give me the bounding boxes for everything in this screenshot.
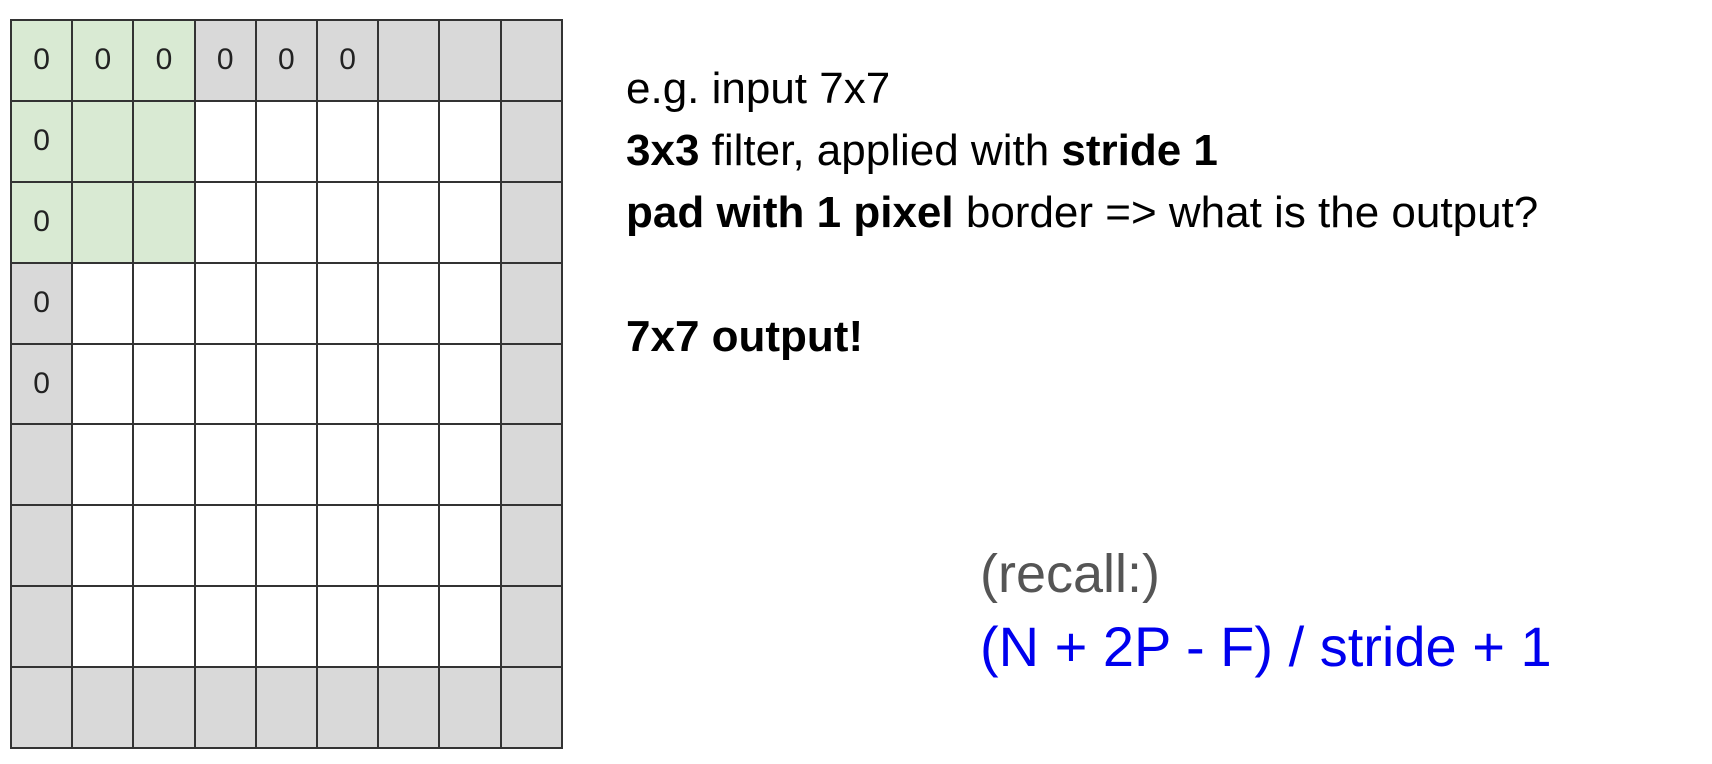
recall-label: (recall:): [980, 544, 1161, 604]
padding-cell: [501, 587, 563, 669]
input-cell: [440, 344, 502, 426]
input-cell: [317, 587, 380, 669]
filter-stride-line: 3x3 filter, applied with stride 1: [626, 120, 1538, 182]
input-cell: [317, 101, 380, 183]
padding-cell: [501, 506, 563, 588]
filter-zero-cell: 0: [134, 21, 196, 102]
filter-size: 3x3: [626, 126, 700, 175]
input-cell: [195, 263, 257, 345]
padding-zero-cell: 0: [317, 21, 380, 102]
padding-cell: [134, 668, 196, 750]
padding-cell: [12, 425, 74, 507]
padding-cell: [12, 506, 74, 588]
input-cell: [73, 587, 135, 669]
padding-amount: pad with 1 pixel: [626, 188, 954, 237]
padding-cell: [195, 668, 257, 750]
padding-cell: [501, 182, 563, 264]
input-cell: [195, 425, 257, 507]
input-cell: [379, 263, 441, 345]
padding-question: border => what is the output?: [953, 188, 1539, 237]
filter-zero-cell: 0: [73, 21, 135, 102]
input-cell: [195, 587, 257, 669]
input-cell: [256, 182, 318, 264]
padding-cell: [256, 668, 318, 750]
padding-zero-cell: 0: [12, 344, 74, 426]
padding-cell: [317, 668, 380, 750]
padding-cell: [12, 668, 74, 750]
stride-value: stride 1: [1061, 126, 1218, 175]
input-cell: [379, 425, 441, 507]
padding-zero-cell: 0: [256, 21, 318, 102]
input-cell: [195, 101, 257, 183]
padding-cell: [12, 587, 74, 669]
input-cell: [134, 587, 196, 669]
input-cell: [256, 506, 318, 588]
padding-cell: [501, 21, 563, 102]
input-cell: [134, 425, 196, 507]
input-cell: [379, 182, 441, 264]
padding-zero-cell: 0: [12, 263, 74, 345]
filter-cell: [134, 182, 196, 264]
explanation-text: e.g. input 7x7 3x3 filter, applied with …: [626, 58, 1538, 368]
padding-cell: [501, 101, 563, 183]
padding-cell: [73, 668, 135, 750]
input-cell: [440, 263, 502, 345]
input-cell: [440, 101, 502, 183]
filter-zero-cell: 0: [12, 21, 74, 102]
output-answer: 7x7 output!: [626, 312, 864, 361]
filter-cell: [134, 101, 196, 183]
input-cell: [195, 506, 257, 588]
input-cell: [317, 344, 380, 426]
input-cell: [195, 182, 257, 264]
input-cell: [256, 425, 318, 507]
input-cell: [379, 506, 441, 588]
input-cell: [440, 182, 502, 264]
input-cell: [256, 587, 318, 669]
filter-zero-cell: 0: [12, 101, 74, 183]
input-cell: [317, 506, 380, 588]
input-cell: [379, 101, 441, 183]
input-cell: [379, 587, 441, 669]
padding-zero-cell: 0: [195, 21, 257, 102]
padding-cell: [501, 425, 563, 507]
padding-cell: [379, 21, 441, 102]
filter-cell: [73, 182, 135, 264]
padding-cell: [440, 21, 502, 102]
input-cell: [440, 587, 502, 669]
filter-mid-text: filter, applied with: [699, 126, 1062, 175]
output-answer-line: 7x7 output!: [626, 306, 1538, 368]
input-cell: [317, 263, 380, 345]
padding-cell: [501, 668, 563, 750]
padding-cell: [440, 668, 502, 750]
input-cell: [195, 344, 257, 426]
input-cell: [73, 506, 135, 588]
input-cell: [317, 425, 380, 507]
input-cell: [134, 506, 196, 588]
input-cell: [256, 344, 318, 426]
input-size-line: e.g. input 7x7: [626, 64, 891, 113]
input-cell: [134, 344, 196, 426]
padding-cell: [379, 668, 441, 750]
padding-cell: [501, 263, 563, 345]
input-cell: [256, 101, 318, 183]
input-cell: [73, 344, 135, 426]
filter-zero-cell: 0: [12, 182, 74, 264]
filter-cell: [73, 101, 135, 183]
input-cell: [73, 425, 135, 507]
input-cell: [379, 344, 441, 426]
padding-cell: [501, 344, 563, 426]
padding-line: pad with 1 pixel border => what is the o…: [626, 182, 1538, 244]
input-cell: [317, 182, 380, 264]
output-size-formula: (N + 2P - F) / stride + 1: [980, 615, 1552, 678]
input-cell: [440, 425, 502, 507]
input-cell: [256, 263, 318, 345]
padded-input-grid: 0000000000: [10, 19, 563, 750]
input-cell: [73, 263, 135, 345]
input-cell: [134, 263, 196, 345]
input-cell: [440, 506, 502, 588]
